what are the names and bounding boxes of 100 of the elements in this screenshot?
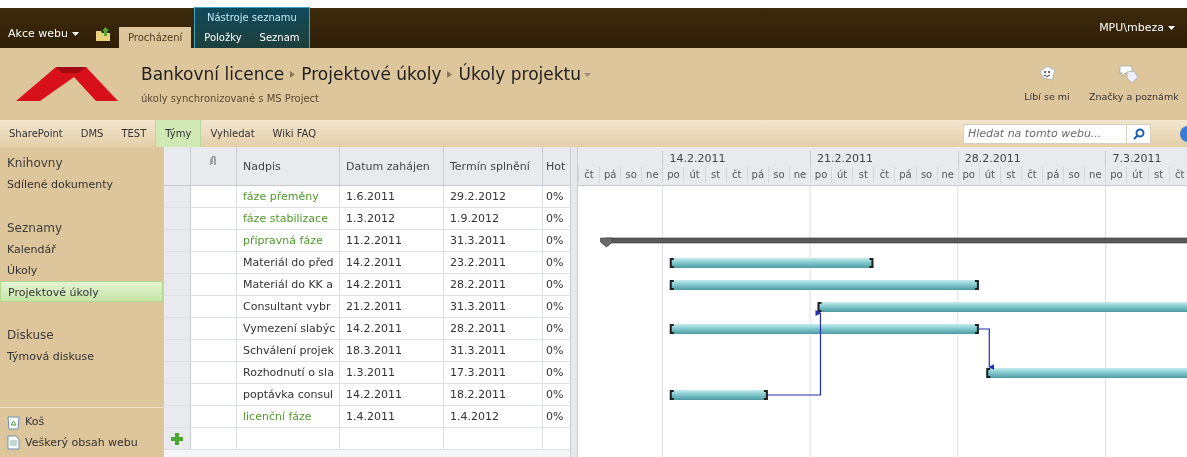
column-header[interactable]: Datum zahájen — [340, 147, 444, 185]
sidebar-item[interactable]: Týmová diskuse — [0, 346, 163, 367]
column-header[interactable]: Termín splnění — [444, 147, 543, 185]
row-selector[interactable] — [164, 340, 191, 361]
table-cell: 14.2.2011 — [340, 252, 444, 273]
breadcrumb-link[interactable]: Bankovní licence — [141, 61, 285, 88]
day-label: út — [1126, 167, 1148, 183]
row-selector[interactable] — [164, 230, 191, 251]
sidebar-footer-link[interactable]: Veškerý obsah webu — [7, 434, 156, 451]
row-selector[interactable] — [164, 362, 191, 383]
sidebar-item[interactable]: Projektové úkoly — [0, 281, 163, 302]
day-label: pá — [746, 167, 768, 183]
task-bar[interactable] — [669, 390, 768, 400]
table-cell: 1.3.2012 — [340, 208, 444, 229]
ribbon-tab[interactable]: Položky — [195, 27, 251, 48]
table-cell: 31.3.2011 — [444, 230, 543, 251]
row-selector[interactable] — [164, 186, 191, 207]
row-selector[interactable] — [164, 252, 191, 273]
day-label: čt — [873, 167, 895, 183]
page-description: úkoly synchronizované s MS Project — [141, 92, 321, 107]
table-cell: 18.3.2011 — [340, 340, 444, 361]
day-label: st — [1147, 167, 1169, 183]
table-cell: Rozhodnutí o sla — [237, 362, 340, 383]
tab-group-label: Nástroje seznamu — [205, 11, 298, 25]
ribbon-tab[interactable]: Seznam — [250, 27, 309, 48]
task-bar[interactable] — [669, 258, 874, 268]
search-button[interactable] — [1127, 123, 1151, 144]
table-cell: 17.3.2011 — [444, 362, 543, 383]
breadcrumb-separator-icon — [447, 71, 453, 78]
top-nav-link[interactable]: Vyhledat — [201, 120, 264, 147]
row-selector[interactable] — [164, 318, 191, 339]
column-header[interactable]: Nadpis — [237, 147, 340, 185]
top-nav-link[interactable]: Wiki FAQ — [263, 120, 326, 147]
table-cell: 21.2.2011 — [340, 296, 444, 317]
day-label: st — [999, 167, 1021, 183]
row-selector[interactable] — [164, 274, 191, 295]
breadcrumb-link[interactable]: Projektové úkoly — [301, 61, 442, 88]
table-cell: Materiál do před — [237, 252, 340, 273]
row-selector[interactable] — [164, 384, 191, 405]
top-nav-link[interactable]: SharePoint — [0, 120, 72, 147]
table-cell: 31.3.2011 — [444, 340, 543, 361]
table-cell: 1.4.2011 — [340, 406, 444, 427]
header-action-button[interactable]: Značky a poznámk — [1087, 63, 1187, 105]
week-label: 7.3.2011 — [1105, 151, 1187, 167]
day-label: po — [1105, 167, 1127, 183]
row-selector[interactable] — [164, 296, 191, 317]
task-bar[interactable] — [669, 324, 979, 334]
sidebar-item[interactable]: Úkoly — [0, 260, 163, 281]
table-cell: 14.2.2011 — [340, 274, 444, 295]
day-label: čt — [578, 167, 600, 183]
top-nav-link[interactable]: DMS — [71, 120, 113, 147]
day-label: čt — [1020, 167, 1043, 183]
table-cell: 28.2.2011 — [444, 318, 543, 339]
table-cell: 23.2.2011 — [444, 252, 543, 273]
table-cell: 29.2.2012 — [444, 186, 543, 207]
splitter-bar[interactable] — [570, 147, 578, 457]
row-selector[interactable] — [164, 406, 191, 427]
add-row-button[interactable] — [170, 431, 184, 446]
table-cell: 14.2.2011 — [340, 318, 444, 339]
help-icon — [1179, 124, 1187, 143]
table-cell: Vymezení slabýc — [237, 318, 340, 339]
breadcrumb-link[interactable]: Úkoly projektu — [458, 61, 582, 88]
row-selector[interactable] — [164, 428, 191, 449]
row-selector[interactable] — [164, 208, 191, 229]
caret-icon — [584, 72, 592, 77]
speech-tag-icon — [1119, 63, 1139, 84]
table-cell: 11.2.2011 — [340, 230, 444, 251]
table-cell: Consultant vybr — [237, 296, 340, 317]
sidebar-heading[interactable]: Seznamy — [0, 218, 163, 239]
sidebar-heading[interactable]: Diskuse — [0, 325, 163, 346]
sidebar-item[interactable]: Sdílené dokumenty — [0, 174, 163, 195]
day-label: ne — [936, 167, 958, 183]
sidebar-heading[interactable]: Knihovny — [0, 153, 163, 174]
table-cell: 14.2.2011 — [340, 384, 444, 405]
table-cell: 31.3.2011 — [444, 296, 543, 317]
sidebar-footer-link[interactable]: Koš — [7, 414, 156, 431]
table-cell: 1.4.2012 — [444, 406, 543, 427]
day-label: ne — [1084, 167, 1106, 183]
table-cell: fáze přeměny — [237, 186, 340, 207]
table-cell: 1.9.2012 — [444, 208, 543, 229]
sidebar-item[interactable]: Kalendář — [0, 239, 163, 260]
caret-icon — [71, 32, 79, 36]
breadcrumb-separator-icon — [290, 71, 296, 78]
caret-icon — [1168, 26, 1175, 30]
day-label: pá — [599, 167, 621, 183]
week-label: 21.2.2011 — [810, 151, 958, 167]
recycle-bin-icon — [7, 414, 20, 430]
day-label: ne — [641, 167, 663, 183]
summary-bar[interactable] — [600, 237, 1187, 248]
search-field[interactable]: Hledat na tomto webu... — [963, 123, 1127, 144]
top-nav-link[interactable]: TEST — [112, 120, 156, 147]
header-action-button[interactable]: Líbí se mi — [1017, 63, 1077, 105]
table-cell: přípravná fáze — [237, 230, 340, 251]
ribbon-tab[interactable]: Procházení — [118, 27, 192, 48]
week-label: 14.2.2011 — [662, 151, 811, 167]
site-actions-menu[interactable]: Akce webu — [0, 20, 87, 48]
user-menu[interactable]: MPU\mbeza — [1099, 19, 1175, 37]
day-label: čt — [725, 167, 747, 183]
table-cell: Schválení projek — [237, 340, 340, 361]
top-nav-link[interactable]: Týmy — [155, 120, 202, 147]
